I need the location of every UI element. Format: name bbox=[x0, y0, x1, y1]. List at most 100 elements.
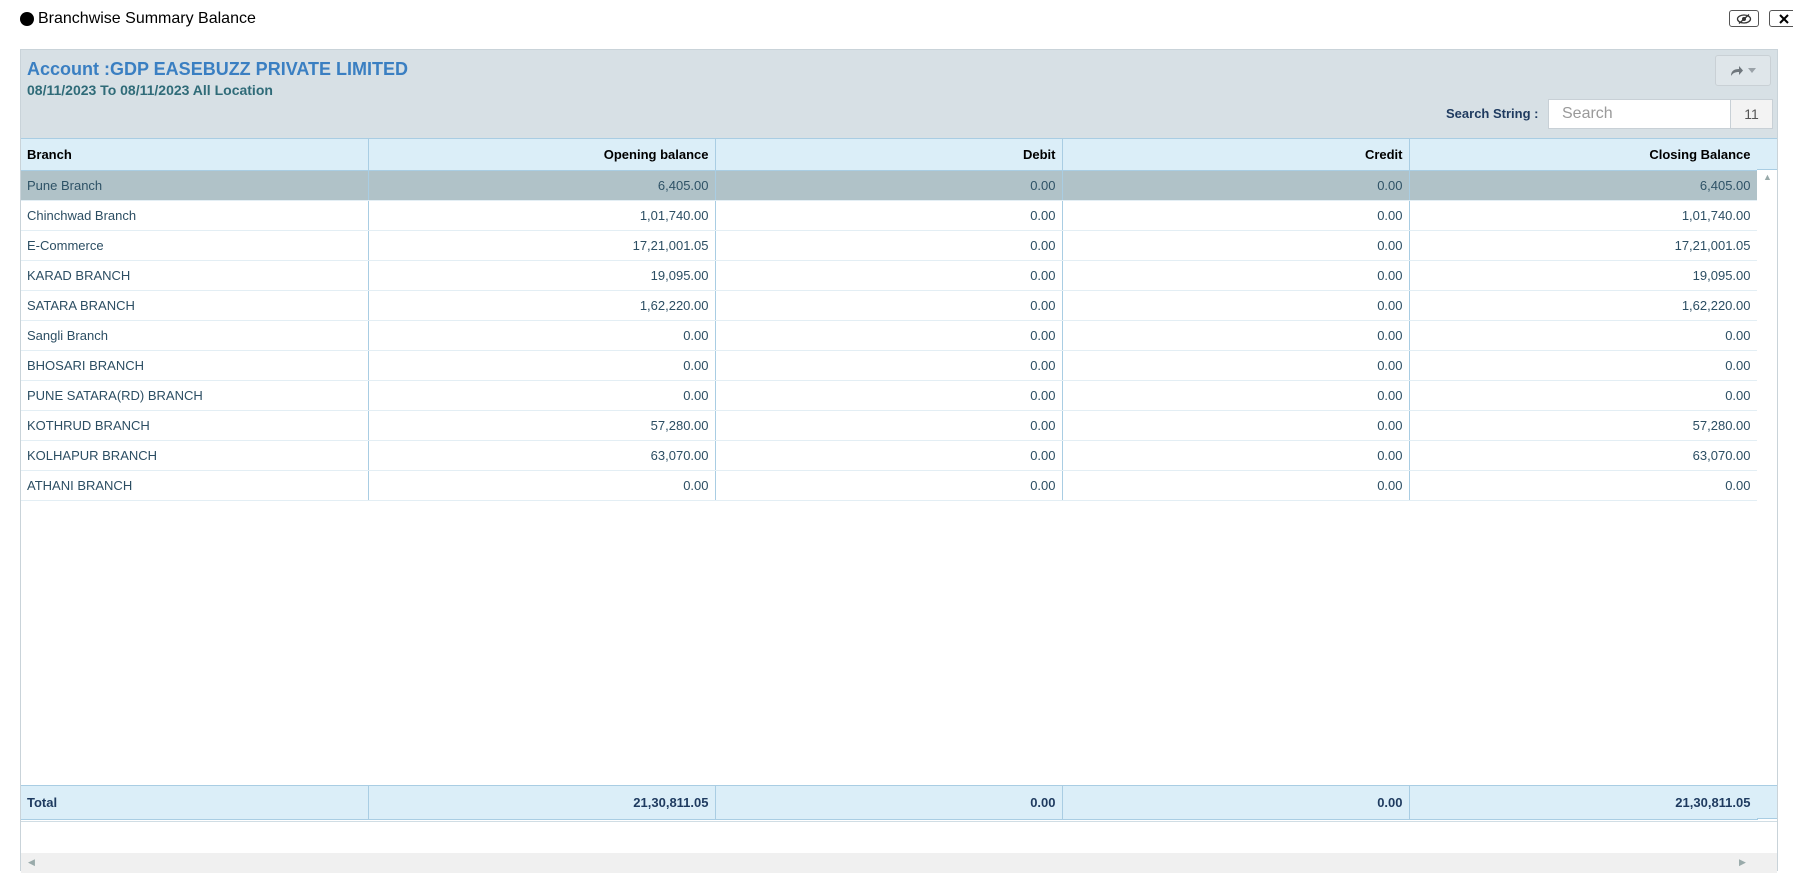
column-header-opening-balance[interactable]: Opening balance bbox=[368, 138, 716, 171]
closing-balance-cell: 0.00 bbox=[1409, 380, 1758, 411]
table-row[interactable]: BHOSARI BRANCH 0.00 0.00 0.00 0.00 bbox=[21, 350, 1758, 381]
branch-cell: KARAD BRANCH bbox=[21, 260, 369, 291]
credit-cell: 0.00 bbox=[1062, 170, 1410, 201]
opening-balance-cell: 0.00 bbox=[368, 350, 716, 381]
total-credit: 0.00 bbox=[1062, 785, 1410, 820]
debit-cell: 0.00 bbox=[715, 440, 1063, 471]
closing-balance-cell: 1,01,740.00 bbox=[1409, 200, 1758, 231]
search-label: Search String : bbox=[1446, 106, 1539, 121]
chevron-down-icon bbox=[1748, 68, 1756, 73]
branch-cell: BHOSARI BRANCH bbox=[21, 350, 369, 381]
opening-balance-cell: 63,070.00 bbox=[368, 440, 716, 471]
credit-cell: 0.00 bbox=[1062, 470, 1410, 501]
credit-cell: 0.00 bbox=[1062, 200, 1410, 231]
credit-cell: 0.00 bbox=[1062, 350, 1410, 381]
column-header-closing-balance[interactable]: Closing Balance bbox=[1409, 138, 1758, 171]
scroll-right-icon[interactable]: ▶ bbox=[1739, 857, 1746, 868]
total-label: Total bbox=[21, 785, 369, 820]
credit-cell: 0.00 bbox=[1062, 320, 1410, 351]
branch-cell: KOTHRUD BRANCH bbox=[21, 410, 369, 441]
grid-header-table: Branch Opening balance Debit Credit Clos… bbox=[21, 138, 1758, 501]
debit-cell: 0.00 bbox=[715, 290, 1063, 321]
credit-cell: 0.00 bbox=[1062, 440, 1410, 471]
branch-cell: PUNE SATARA(RD) BRANCH bbox=[21, 380, 369, 411]
search-result-count: 11 bbox=[1730, 99, 1773, 129]
total-debit: 0.00 bbox=[715, 785, 1063, 820]
credit-cell: 0.00 bbox=[1062, 260, 1410, 291]
scrollbar-corner bbox=[1757, 853, 1777, 873]
table-row[interactable]: E-Commerce 17,21,001.05 0.00 0.00 17,21,001.… bbox=[21, 230, 1758, 261]
debit-cell: 0.00 bbox=[715, 380, 1063, 411]
account-title: Account :GDP EASEBUZZ PRIVATE LIMITED bbox=[27, 59, 409, 79]
scroll-up-icon[interactable]: ▲ bbox=[1763, 172, 1772, 182]
debit-cell: 0.00 bbox=[715, 260, 1063, 291]
opening-balance-cell: 57,280.00 bbox=[368, 410, 716, 441]
opening-balance-cell: 6,405.00 bbox=[368, 170, 716, 201]
opening-balance-cell: 0.00 bbox=[368, 320, 716, 351]
closing-balance-cell: 0.00 bbox=[1409, 350, 1758, 381]
debit-cell: 0.00 bbox=[715, 230, 1063, 261]
column-header-row: Branch Opening balance Debit Credit Clos… bbox=[21, 138, 1758, 171]
eye-slash-icon bbox=[1736, 13, 1752, 24]
column-header-credit[interactable]: Credit bbox=[1062, 138, 1410, 171]
branch-cell: Pune Branch bbox=[21, 170, 369, 201]
visibility-toggle-button[interactable] bbox=[1729, 10, 1759, 27]
closing-balance-cell: 1,62,220.00 bbox=[1409, 290, 1758, 321]
column-header-branch[interactable]: Branch bbox=[21, 138, 369, 171]
opening-balance-cell: 1,01,740.00 bbox=[368, 200, 716, 231]
table-row[interactable]: KOTHRUD BRANCH 57,280.00 0.00 0.00 57,280.00 bbox=[21, 410, 1758, 441]
branch-cell: Sangli Branch bbox=[21, 320, 369, 351]
table-row[interactable]: SATARA BRANCH 1,62,220.00 0.00 0.00 1,62,220… bbox=[21, 290, 1758, 321]
branch-cell: Chinchwad Branch bbox=[21, 200, 369, 231]
share-icon bbox=[1731, 65, 1743, 76]
header-scroll-spacer bbox=[1757, 138, 1777, 170]
opening-balance-cell: 0.00 bbox=[368, 380, 716, 411]
table-row[interactable]: ATHANI BRANCH 0.00 0.00 0.00 0.00 bbox=[21, 470, 1758, 501]
totals-row: Total 21,30,811.05 0.00 0.00 21,30,811.0… bbox=[21, 785, 1758, 820]
credit-cell: 0.00 bbox=[1062, 230, 1410, 261]
vertical-scrollbar[interactable]: ▲ ▼ bbox=[1757, 170, 1777, 803]
branch-cell: E-Commerce bbox=[21, 230, 369, 261]
branch-cell: ATHANI BRANCH bbox=[21, 470, 369, 501]
balance-grid: Branch Opening balance Debit Credit Clos… bbox=[21, 138, 1777, 873]
scroll-left-icon[interactable]: ◀ bbox=[28, 857, 35, 868]
window-titlebar: Branchwise Summary Balance bbox=[20, 9, 256, 29]
panel-footer-divider bbox=[21, 821, 1777, 822]
horizontal-scrollbar[interactable]: ◀ ▶ bbox=[21, 853, 1757, 873]
table-row[interactable]: PUNE SATARA(RD) BRANCH 0.00 0.00 0.00 0.00 bbox=[21, 380, 1758, 411]
opening-balance-cell: 1,62,220.00 bbox=[368, 290, 716, 321]
search-input[interactable] bbox=[1548, 99, 1731, 129]
total-closing-balance: 21,30,811.05 bbox=[1409, 785, 1758, 820]
share-dropdown-button[interactable] bbox=[1715, 55, 1771, 86]
closing-balance-cell: 19,095.00 bbox=[1409, 260, 1758, 291]
report-panel: Account :GDP EASEBUZZ PRIVATE LIMITED 08… bbox=[20, 49, 1778, 873]
debit-cell: 0.00 bbox=[715, 350, 1063, 381]
totals-scroll-spacer bbox=[1757, 785, 1777, 819]
totals-footer: Total 21,30,811.05 0.00 0.00 21,30,811.0… bbox=[21, 785, 1777, 820]
closing-balance-cell: 0.00 bbox=[1409, 470, 1758, 501]
total-opening-balance: 21,30,811.05 bbox=[368, 785, 716, 820]
opening-balance-cell: 19,095.00 bbox=[368, 260, 716, 291]
debit-cell: 0.00 bbox=[715, 320, 1063, 351]
debit-cell: 0.00 bbox=[715, 470, 1063, 501]
opening-balance-cell: 0.00 bbox=[368, 470, 716, 501]
close-button[interactable] bbox=[1769, 10, 1793, 27]
table-row[interactable]: Pune Branch 6,405.00 0.00 0.00 6,405.00 bbox=[21, 170, 1758, 201]
window-title: Branchwise Summary Balance bbox=[38, 10, 256, 27]
debit-cell: 0.00 bbox=[715, 200, 1063, 231]
opening-balance-cell: 17,21,001.05 bbox=[368, 230, 716, 261]
column-header-debit[interactable]: Debit bbox=[715, 138, 1063, 171]
table-row[interactable]: KARAD BRANCH 19,095.00 0.00 0.00 19,095.00 bbox=[21, 260, 1758, 291]
table-row[interactable]: KOLHAPUR BRANCH 63,070.00 0.00 0.00 63,070.0… bbox=[21, 440, 1758, 471]
debit-cell: 0.00 bbox=[715, 410, 1063, 441]
report-header: Account :GDP EASEBUZZ PRIVATE LIMITED 08… bbox=[21, 50, 1777, 138]
table-row[interactable]: Sangli Branch 0.00 0.00 0.00 0.00 bbox=[21, 320, 1758, 351]
bullet-icon bbox=[20, 12, 34, 26]
debit-cell: 0.00 bbox=[715, 170, 1063, 201]
closing-balance-cell: 17,21,001.05 bbox=[1409, 230, 1758, 261]
date-range: 08/11/2023 To 08/11/2023 All Location bbox=[27, 82, 273, 98]
closing-balance-cell: 63,070.00 bbox=[1409, 440, 1758, 471]
table-row[interactable]: Chinchwad Branch 1,01,740.00 0.00 0.00 1,01,… bbox=[21, 200, 1758, 231]
credit-cell: 0.00 bbox=[1062, 380, 1410, 411]
credit-cell: 0.00 bbox=[1062, 410, 1410, 441]
